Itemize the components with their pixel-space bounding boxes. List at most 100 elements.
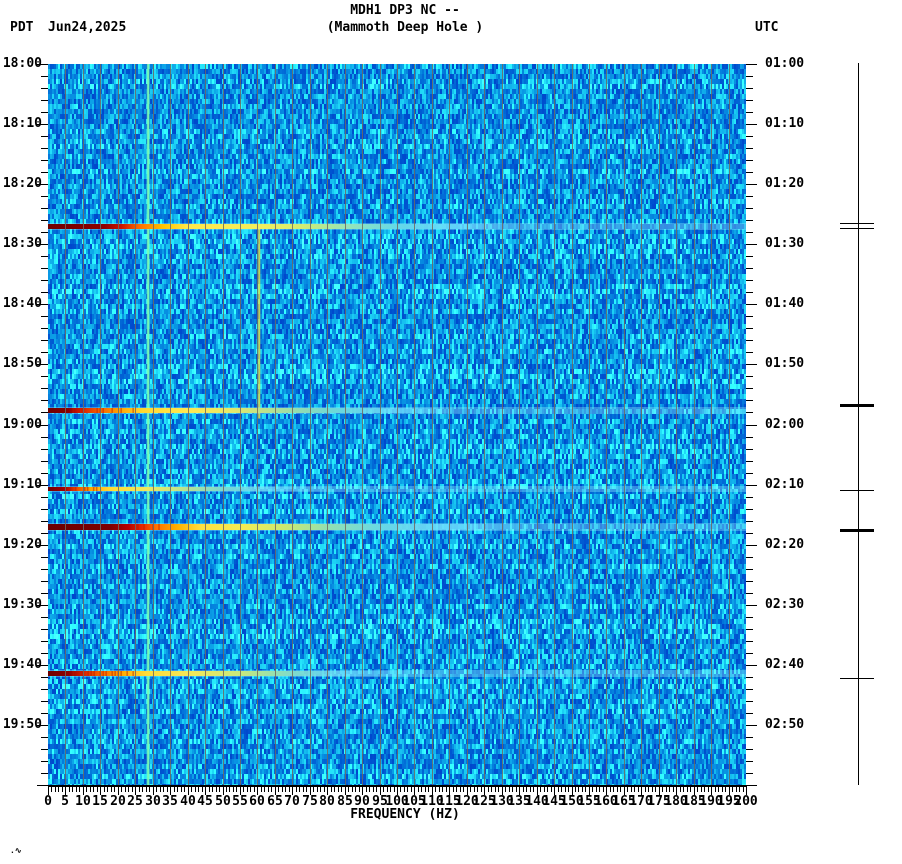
right-axis-tick [746,785,757,786]
freq-axis-tick [79,787,80,792]
spectrogram-page: PDT Jun24,2025 MDH1 DP3 NC -- (Mammoth D… [0,0,902,864]
right-axis-tick [746,701,753,702]
left-axis-tick [41,617,48,618]
left-axis-tick [41,569,48,570]
freq-axis-tick [509,787,510,792]
freq-axis-label: 200 [734,794,758,809]
freq-axis-tick [376,787,377,792]
freq-axis-tick [62,787,63,792]
freq-axis-tick [474,787,475,792]
freq-axis-tick [680,787,681,792]
freq-axis-tick [72,787,73,792]
freq-axis-tick [585,787,586,792]
left-axis-tick [41,761,48,762]
freq-axis-tick [229,787,230,792]
right-axis-tick [746,232,753,233]
freq-axis-tick [209,787,210,792]
freq-axis-tick [160,787,161,792]
freq-axis-tick [673,787,674,792]
right-axis-tick [746,328,753,329]
left-axis-label: 19:00 [2,417,42,432]
freq-axis-tick [533,787,534,792]
left-axis-label: 18:40 [2,296,42,311]
freq-axis-tick [400,787,401,792]
event-marker [840,223,874,224]
left-axis-tick [41,701,48,702]
right-axis-tick [746,653,753,654]
right-axis-tick [746,485,757,486]
freq-axis-tick [174,787,175,792]
right-axis-tick [746,292,753,293]
freq-axis-tick [341,787,342,792]
left-axis-tick [41,220,48,221]
right-axis-tick [746,220,753,221]
right-axis-tick [746,244,757,245]
left-axis-label: 18:10 [2,116,42,131]
freq-axis-tick [198,787,199,792]
left-axis-tick [41,76,48,77]
left-axis-tick [41,437,48,438]
freq-axis-tick [592,787,593,792]
freq-axis-tick [254,787,255,792]
right-axis-tick [746,412,753,413]
freq-axis-tick [453,787,454,792]
freq-axis-tick [233,787,234,792]
right-axis-tick [746,581,753,582]
left-axis-tick [41,280,48,281]
freq-axis-tick [128,787,129,792]
freq-axis-tick [561,787,562,792]
freq-axis-tick [264,787,265,792]
right-axis-tick [746,725,757,726]
left-axis-tick [41,521,48,522]
freq-axis-tick [121,787,122,792]
right-axis-tick [746,749,753,750]
right-axis-label: 02:40 [765,657,805,672]
right-axis-tick [746,340,753,341]
event-marker [840,529,874,532]
left-axis-tick [41,629,48,630]
left-axis-tick [41,112,48,113]
freq-axis-tick [669,787,670,792]
left-axis-label: 19:30 [2,597,42,612]
freq-axis-tick [394,787,395,792]
freq-axis-tick [142,787,143,792]
freq-axis-tick [93,787,94,792]
freq-axis-tick [551,787,552,792]
left-axis-tick [37,785,48,786]
right-axis-tick [746,208,753,209]
left-axis-tick [41,593,48,594]
left-axis-tick [41,737,48,738]
right-axis-tick [746,148,753,149]
freq-axis-tick [352,787,353,792]
freq-axis-tick [596,787,597,792]
right-axis-label: 01:20 [765,176,805,191]
freq-axis-tick [289,787,290,792]
right-axis-tick [746,533,753,534]
freq-axis-tick [662,787,663,792]
freq-axis-tick [648,787,649,792]
right-axis-tick [746,256,753,257]
freq-axis-tick [261,787,262,792]
right-axis-tick [746,569,753,570]
right-axis-tick [746,593,753,594]
freq-axis-tick [139,787,140,792]
left-axis-tick [41,689,48,690]
freq-axis-tick [505,787,506,792]
freq-axis-tick [442,787,443,792]
freq-axis-tick [202,787,203,792]
left-axis-label: 19:10 [2,477,42,492]
freq-axis-tick [739,787,740,792]
left-axis-tick [41,268,48,269]
freq-axis-tick [69,787,70,792]
freq-axis-tick [51,787,52,792]
freq-axis-tick [243,787,244,792]
freq-axis-tick [167,787,168,792]
freq-axis-tick [250,787,251,792]
left-axis-label: 19:20 [2,537,42,552]
right-axis-tick [746,196,753,197]
freq-axis-tick [383,787,384,792]
left-axis-tick [41,497,48,498]
left-axis-label: 18:20 [2,176,42,191]
freq-axis-tick [324,787,325,792]
freq-axis-tick [390,787,391,792]
